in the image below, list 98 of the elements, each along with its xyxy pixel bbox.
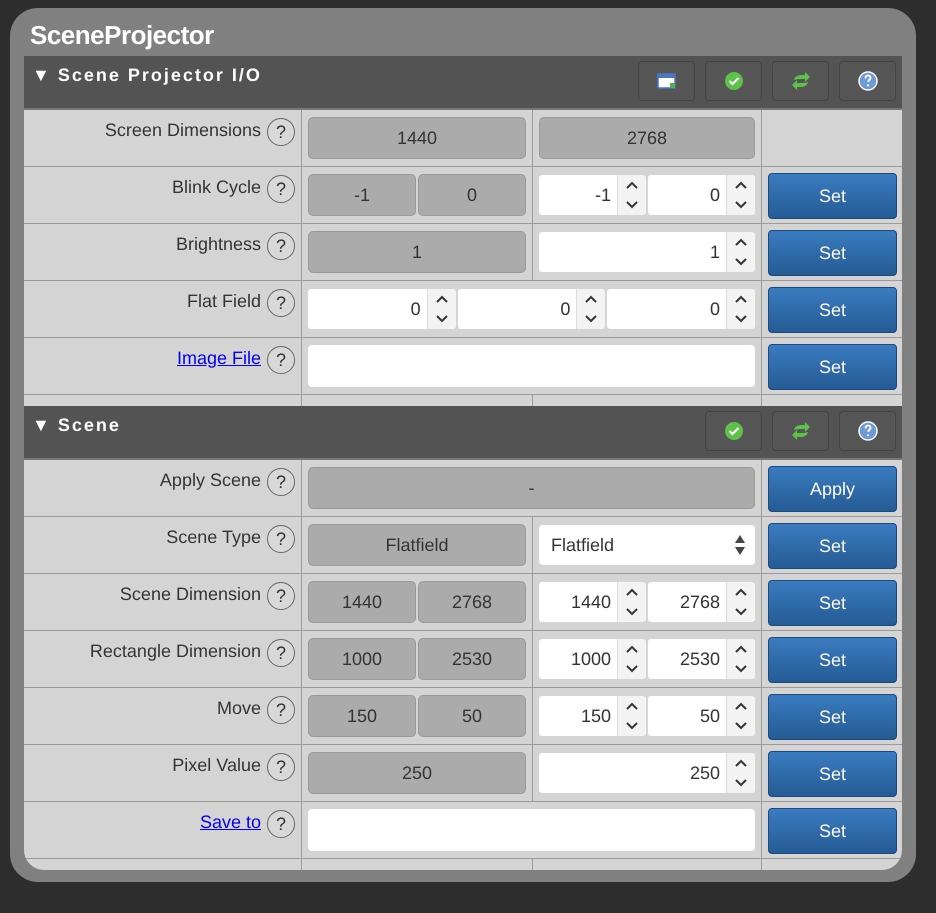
toolbar-button[interactable] xyxy=(839,411,896,451)
toolbar-button[interactable] xyxy=(638,61,695,101)
field-label: Brightness xyxy=(176,234,261,255)
section-title: Scene xyxy=(58,415,122,436)
text-field[interactable] xyxy=(308,809,755,851)
toolbar-button[interactable] xyxy=(705,61,762,101)
help-button[interactable]: ? xyxy=(267,582,295,610)
field-label: Move xyxy=(216,698,261,719)
stepper-button[interactable] xyxy=(617,696,646,736)
help-button[interactable]: ? xyxy=(267,289,295,317)
label-link[interactable]: Save to xyxy=(200,812,261,833)
select-field[interactable]: Flatfield xyxy=(539,525,755,565)
field-label: Scene Type xyxy=(166,527,261,548)
value-display: 150 xyxy=(308,695,416,737)
help-button[interactable]: ? xyxy=(267,696,295,724)
help-button[interactable]: ? xyxy=(267,346,295,374)
collapse-toggle[interactable]: ▼ xyxy=(32,415,50,436)
value-display: Flatfield xyxy=(308,524,526,566)
field-label: Pixel Value xyxy=(172,755,261,776)
number-field[interactable]: 1 xyxy=(539,232,726,272)
sort-arrows-icon xyxy=(735,534,745,556)
help-button[interactable]: ? xyxy=(267,118,295,146)
action-button[interactable]: Set xyxy=(768,230,897,276)
number-field[interactable]: 1000 xyxy=(539,639,617,679)
stepper-button[interactable] xyxy=(726,582,755,622)
text-field[interactable] xyxy=(308,345,755,387)
help-button[interactable]: ? xyxy=(267,810,295,838)
number-field[interactable]: 50 xyxy=(648,696,726,736)
action-button[interactable]: Set xyxy=(768,173,897,219)
action-button[interactable]: Set xyxy=(768,523,897,569)
value-display: 1440 xyxy=(308,581,416,623)
value-display: 0 xyxy=(418,174,526,216)
value-display: 250 xyxy=(308,752,526,794)
toolbar-button[interactable] xyxy=(772,61,829,101)
refresh-icon xyxy=(790,71,810,91)
field-label: Blink Cycle xyxy=(172,177,261,198)
field-label: Rectangle Dimension xyxy=(90,641,261,662)
stepper-button[interactable] xyxy=(426,289,456,329)
field-label: Screen Dimensions xyxy=(104,120,261,141)
value-display: - xyxy=(308,467,755,509)
help-button[interactable]: ? xyxy=(267,753,295,781)
toolbar-button[interactable] xyxy=(705,411,762,451)
field-label: Apply Scene xyxy=(160,470,261,491)
check-icon xyxy=(724,421,744,441)
section-title: Scene Projector I/O xyxy=(58,65,263,86)
stepper-button[interactable] xyxy=(617,582,646,622)
number-field[interactable]: 150 xyxy=(539,696,617,736)
action-button[interactable]: Set xyxy=(768,287,897,333)
help-button[interactable]: ? xyxy=(267,232,295,260)
stepper-button[interactable] xyxy=(617,639,646,679)
action-button[interactable]: Set xyxy=(768,637,897,683)
stepper-button[interactable] xyxy=(726,696,755,736)
help-icon xyxy=(858,71,878,91)
stepper-button[interactable] xyxy=(617,175,646,215)
help-icon xyxy=(858,421,878,441)
stepper-button[interactable] xyxy=(726,289,756,329)
help-button[interactable]: ? xyxy=(267,639,295,667)
label-link[interactable]: Image File xyxy=(176,348,261,369)
value-display: 1 xyxy=(308,231,526,273)
help-button[interactable]: ? xyxy=(267,175,295,203)
action-button[interactable]: Apply xyxy=(768,466,897,512)
value-display: 2768 xyxy=(418,581,526,623)
number-field[interactable]: 2530 xyxy=(648,639,726,679)
number-field[interactable]: 250 xyxy=(539,753,726,793)
action-button[interactable]: Set xyxy=(768,751,897,797)
check-icon xyxy=(724,71,744,91)
action-button[interactable]: Set xyxy=(768,344,897,390)
stepper-button[interactable] xyxy=(726,232,755,272)
app-title: SceneProjector xyxy=(29,19,215,52)
action-button[interactable]: Set xyxy=(768,808,897,854)
action-button[interactable]: Set xyxy=(768,694,897,740)
help-button[interactable]: ? xyxy=(267,525,295,553)
refresh-icon xyxy=(790,421,810,441)
stepper-button[interactable] xyxy=(726,639,755,679)
number-field[interactable]: 0 xyxy=(458,289,576,329)
action-button[interactable]: Set xyxy=(768,580,897,626)
toolbar-button[interactable] xyxy=(772,411,829,451)
value-display: -1 xyxy=(308,174,416,216)
value-display: 2768 xyxy=(539,117,755,159)
number-field[interactable]: 0 xyxy=(607,289,726,329)
field-label: Scene Dimension xyxy=(120,584,261,605)
number-field[interactable]: 1440 xyxy=(539,582,617,622)
stepper-button[interactable] xyxy=(576,289,606,329)
value-display: 2530 xyxy=(418,638,526,680)
collapse-toggle[interactable]: ▼ xyxy=(32,65,50,86)
value-display: 1440 xyxy=(308,117,526,159)
value-display: 1000 xyxy=(308,638,416,680)
number-field[interactable]: 0 xyxy=(308,289,427,329)
stepper-button[interactable] xyxy=(726,175,755,215)
help-button[interactable]: ? xyxy=(267,468,295,496)
value-display: 50 xyxy=(418,695,526,737)
number-field[interactable]: 2768 xyxy=(648,582,726,622)
field-label: Flat Field xyxy=(186,291,261,312)
stepper-button[interactable] xyxy=(726,753,755,793)
toolbar-button[interactable] xyxy=(839,61,896,101)
window-icon xyxy=(656,71,676,91)
number-field[interactable]: -1 xyxy=(539,175,617,215)
number-field[interactable]: 0 xyxy=(648,175,726,215)
